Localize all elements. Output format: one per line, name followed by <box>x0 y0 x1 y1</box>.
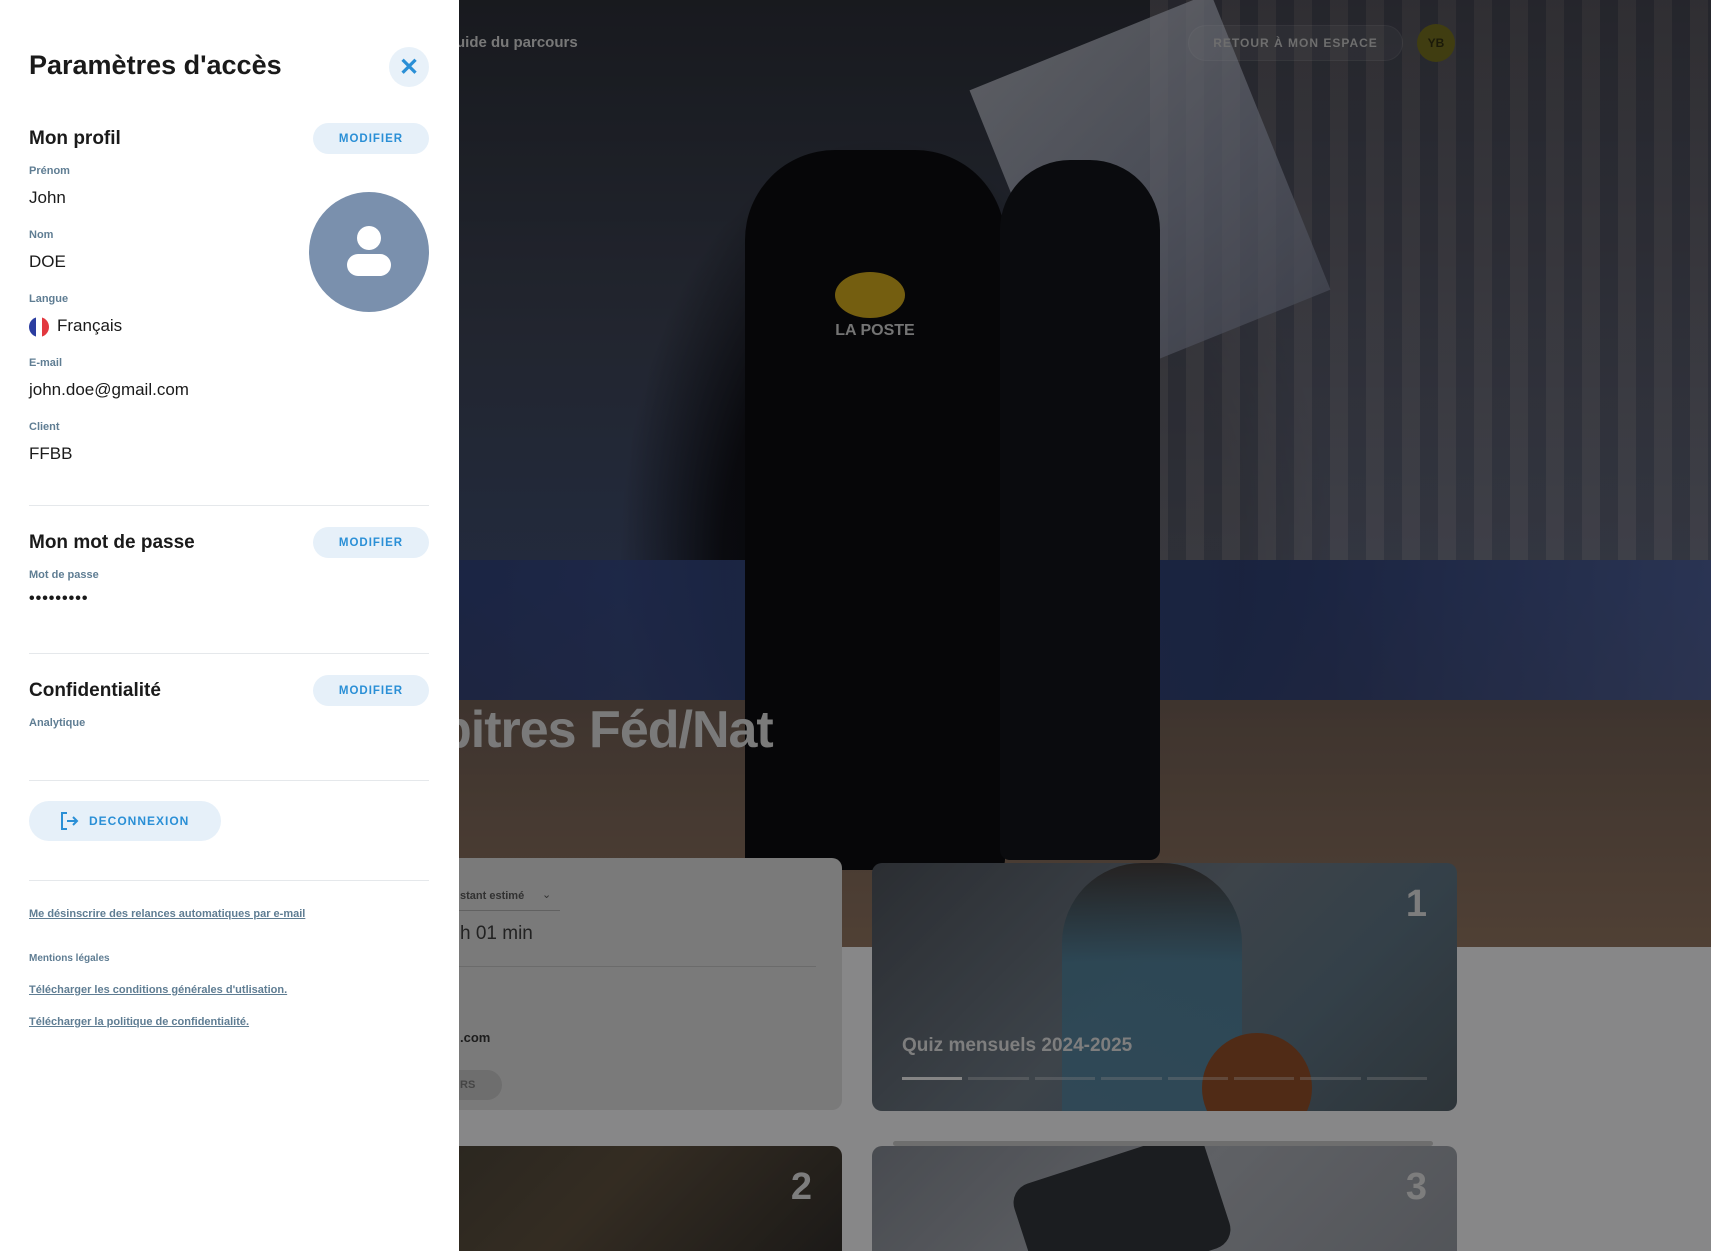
divider <box>29 505 429 506</box>
client-value: FFBB <box>29 444 73 463</box>
language-label: Langue <box>29 293 69 305</box>
divider <box>29 653 429 654</box>
panel-title: Paramètres d'accès <box>29 50 282 80</box>
password-section-title: Mon mot de passe <box>29 532 195 553</box>
privacy-section-title: Confidentialité <box>29 680 161 701</box>
privacy-policy-download-link[interactable]: Télécharger la politique de confidential… <box>29 1016 249 1028</box>
close-button[interactable]: ✕ <box>389 47 429 87</box>
divider <box>29 880 429 881</box>
lastname-label: Nom <box>29 229 54 241</box>
terms-download-link[interactable]: Télécharger les conditions générales d'u… <box>29 984 287 996</box>
password-label: Mot de passe <box>29 569 99 581</box>
user-icon <box>347 226 391 276</box>
unsubscribe-link[interactable]: Me désinscrire des relances automatiques… <box>29 908 305 920</box>
profile-avatar <box>309 192 429 312</box>
email-value: john.doe@gmail.com <box>29 380 189 399</box>
logout-button[interactable]: DECONNEXION <box>29 801 221 841</box>
profile-section-title: Mon profil <box>29 128 121 149</box>
firstname-value: John <box>29 188 66 207</box>
divider <box>29 780 429 781</box>
legal-mentions-label: Mentions légales <box>29 953 110 964</box>
france-flag-icon <box>29 317 49 337</box>
analytics-label: Analytique <box>29 717 86 729</box>
lastname-value: DOE <box>29 252 66 271</box>
logout-label: DECONNEXION <box>89 814 190 828</box>
access-settings-panel: Paramètres d'accès ✕ Mon profil MODIFIER… <box>0 0 459 1251</box>
edit-privacy-button[interactable]: MODIFIER <box>313 675 429 706</box>
edit-password-button[interactable]: MODIFIER <box>313 527 429 558</box>
logout-icon <box>61 812 79 830</box>
close-icon: ✕ <box>398 53 420 81</box>
email-label: E-mail <box>29 357 63 369</box>
edit-profile-button[interactable]: MODIFIER <box>313 123 429 154</box>
firstname-label: Prénom <box>29 165 70 177</box>
language-value: Français <box>57 316 123 335</box>
password-value: ••••••••• <box>29 590 89 607</box>
client-label: Client <box>29 421 60 433</box>
